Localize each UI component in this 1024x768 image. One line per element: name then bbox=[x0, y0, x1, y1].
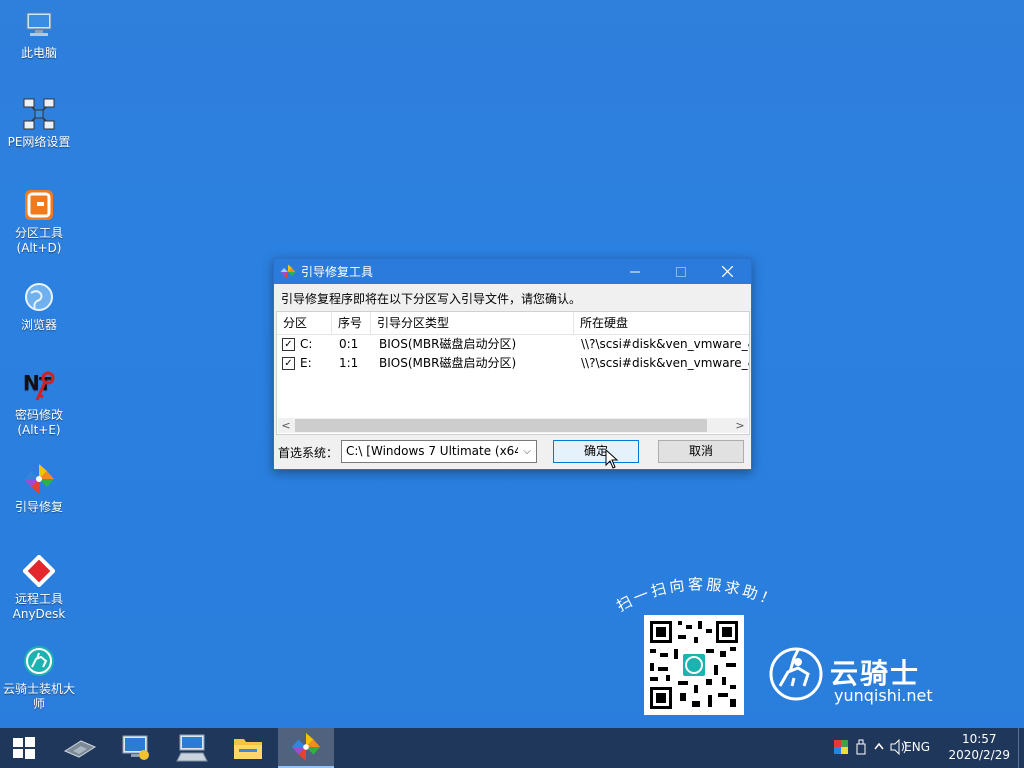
password-key-icon: NT bbox=[22, 370, 56, 404]
dialog-title: 引导修复工具 bbox=[301, 265, 374, 279]
cell-index: 1:1 bbox=[339, 356, 359, 370]
pinwheel-icon bbox=[22, 462, 56, 496]
desktop-icon-label: 此电脑 bbox=[20, 46, 57, 60]
usb-drive-icon[interactable] bbox=[856, 739, 866, 755]
pinwheel-icon bbox=[280, 264, 296, 280]
desktop-icon-pe-network[interactable]: PE网络设置 bbox=[0, 97, 78, 150]
column-header-partition[interactable]: 分区 bbox=[277, 312, 332, 334]
qr-code bbox=[644, 615, 744, 715]
clock-date: 2020/2/29 bbox=[948, 748, 1010, 762]
desktop-icon-yunqishi[interactable]: 云骑士装机大 师 bbox=[0, 644, 78, 712]
desktop-icon-label: 远程工具 AnyDesk bbox=[12, 592, 66, 621]
cell-disk: \\?\scsi#disk&ven_vmware_& bbox=[581, 337, 749, 351]
dialog-titlebar[interactable]: 引导修复工具 bbox=[274, 259, 751, 284]
start-button[interactable] bbox=[0, 728, 48, 768]
desktop-icon-password-change[interactable]: NT 密码修改 (Alt+E) bbox=[0, 370, 78, 438]
taskbar-item-disk-tool[interactable] bbox=[52, 728, 108, 768]
svg-text:N: N bbox=[23, 371, 40, 395]
horizontal-scrollbar[interactable]: < > bbox=[278, 418, 748, 433]
desktop-icon-boot-repair[interactable]: 引导修复 bbox=[0, 462, 78, 515]
table-row[interactable]: ✓ C: 0:1 BIOS(MBR磁盘启动分区) \\?\scsi#disk&v… bbox=[277, 335, 749, 354]
desktop-icon-partition-tool[interactable]: 分区工具 (Alt+D) bbox=[0, 188, 78, 256]
minimize-button[interactable] bbox=[612, 259, 658, 284]
cell-type: BIOS(MBR磁盘启动分区) bbox=[379, 337, 517, 351]
yunqishi-logo-icon bbox=[22, 644, 56, 678]
cancel-button[interactable]: 取消 bbox=[658, 440, 744, 463]
globe-icon bbox=[22, 280, 56, 314]
minimize-icon bbox=[630, 271, 640, 272]
scroll-thumb[interactable] bbox=[295, 419, 707, 432]
preferred-system-label: 首选系统： bbox=[278, 446, 339, 460]
promo-slogan-text: 扫一扫向客服求助！ bbox=[614, 575, 778, 615]
desktop-icon-label: PE网络设置 bbox=[7, 135, 71, 149]
desktop-icon-label: 分区工具 (Alt+D) bbox=[14, 226, 63, 255]
desktop-icon-label: 密码修改 (Alt+E) bbox=[14, 408, 63, 437]
column-header-index[interactable]: 序号 bbox=[332, 312, 371, 334]
brand-url: yunqishi.net bbox=[834, 686, 933, 705]
mouse-cursor-icon bbox=[605, 449, 619, 469]
computer-icon bbox=[22, 8, 56, 42]
ok-button[interactable]: 确定 bbox=[553, 440, 639, 463]
taskbar-item-boot-repair[interactable] bbox=[278, 728, 334, 768]
clock-time: 10:57 bbox=[961, 732, 997, 746]
desktop-icon-browser[interactable]: 浏览器 bbox=[0, 280, 78, 333]
close-button[interactable] bbox=[704, 259, 750, 284]
anydesk-icon bbox=[22, 554, 56, 588]
column-header-type[interactable]: 引导分区类型 bbox=[371, 312, 574, 334]
table-row[interactable]: ✓ E: 1:1 BIOS(MBR磁盘启动分区) \\?\scsi#disk&v… bbox=[277, 354, 749, 373]
desktop: 此电脑 PE网络设置 分区工具 (Alt+D) 浏览器 NT 密码修改 (Alt… bbox=[0, 0, 1024, 728]
memory-chip-icon bbox=[63, 740, 97, 758]
chevron-down-icon[interactable]: ⌵ bbox=[518, 441, 536, 462]
pinwheel-icon bbox=[291, 732, 321, 762]
taskbar-item-keyboard[interactable] bbox=[164, 728, 220, 768]
boot-repair-dialog: 引导修复工具 引导修复程序即将在以下分区写入引导文件，请您确认。 分区 序号 引… bbox=[273, 258, 752, 470]
partition-tool-icon bbox=[22, 188, 56, 222]
yunqishi-knight-logo bbox=[768, 646, 824, 702]
taskbar-item-network[interactable] bbox=[108, 728, 164, 768]
column-header-disk[interactable]: 所在硬盘 bbox=[574, 312, 749, 334]
cell-partition: E: bbox=[300, 356, 312, 370]
desktop-icon-label: 浏览器 bbox=[20, 318, 57, 332]
input-language[interactable]: ENG bbox=[904, 740, 930, 754]
desktop-icon-label: 云骑士装机大 师 bbox=[2, 682, 75, 711]
display-color-icon[interactable] bbox=[834, 740, 848, 754]
preferred-system-select[interactable]: C:\ [Windows 7 Ultimate (x64)] ⌵ bbox=[341, 440, 537, 463]
show-desktop-button[interactable] bbox=[1018, 728, 1024, 768]
row-checkbox[interactable]: ✓ bbox=[282, 338, 295, 351]
close-icon bbox=[721, 266, 733, 277]
scroll-left-icon[interactable]: < bbox=[278, 418, 294, 433]
svg-text:扫一扫向客服求助！: 扫一扫向客服求助！ bbox=[614, 575, 781, 615]
desktop-icon-label: 引导修复 bbox=[14, 500, 63, 514]
partition-list[interactable]: 分区 序号 引导分区类型 所在硬盘 ✓ C: 0:1 BIOS(MBR磁盘启动分… bbox=[276, 311, 750, 435]
dialog-message: 引导修复程序即将在以下分区写入引导文件，请您确认。 bbox=[281, 292, 582, 306]
system-tray: ENG 10:57 2020/2/29 bbox=[814, 728, 1024, 768]
scroll-right-icon[interactable]: > bbox=[732, 418, 748, 433]
taskbar: ENG 10:57 2020/2/29 bbox=[0, 728, 1024, 768]
desktop-icon-anydesk[interactable]: 远程工具 AnyDesk bbox=[0, 554, 78, 622]
keyboard-monitor-icon bbox=[176, 734, 208, 762]
desktop-icon-this-pc[interactable]: 此电脑 bbox=[0, 8, 78, 61]
folder-icon bbox=[234, 739, 262, 759]
network-icon bbox=[22, 97, 56, 131]
list-header: 分区 序号 引导分区类型 所在硬盘 bbox=[277, 312, 749, 335]
monitor-network-icon bbox=[122, 735, 149, 760]
cell-index: 0:1 bbox=[339, 337, 359, 351]
chevron-up-icon[interactable] bbox=[874, 740, 884, 754]
preferred-system-value: C:\ [Windows 7 Ultimate (x64)] bbox=[346, 444, 532, 458]
taskbar-item-explorer[interactable] bbox=[220, 728, 276, 768]
cell-disk: \\?\scsi#disk&ven_vmware_& bbox=[581, 356, 749, 370]
cell-type: BIOS(MBR磁盘启动分区) bbox=[379, 356, 517, 370]
clock[interactable]: 10:57 2020/2/29 bbox=[948, 731, 1010, 763]
maximize-icon bbox=[676, 266, 686, 277]
maximize-button[interactable] bbox=[658, 259, 704, 284]
row-checkbox[interactable]: ✓ bbox=[282, 357, 295, 370]
cell-partition: C: bbox=[300, 337, 313, 351]
windows-logo-icon bbox=[13, 737, 35, 759]
